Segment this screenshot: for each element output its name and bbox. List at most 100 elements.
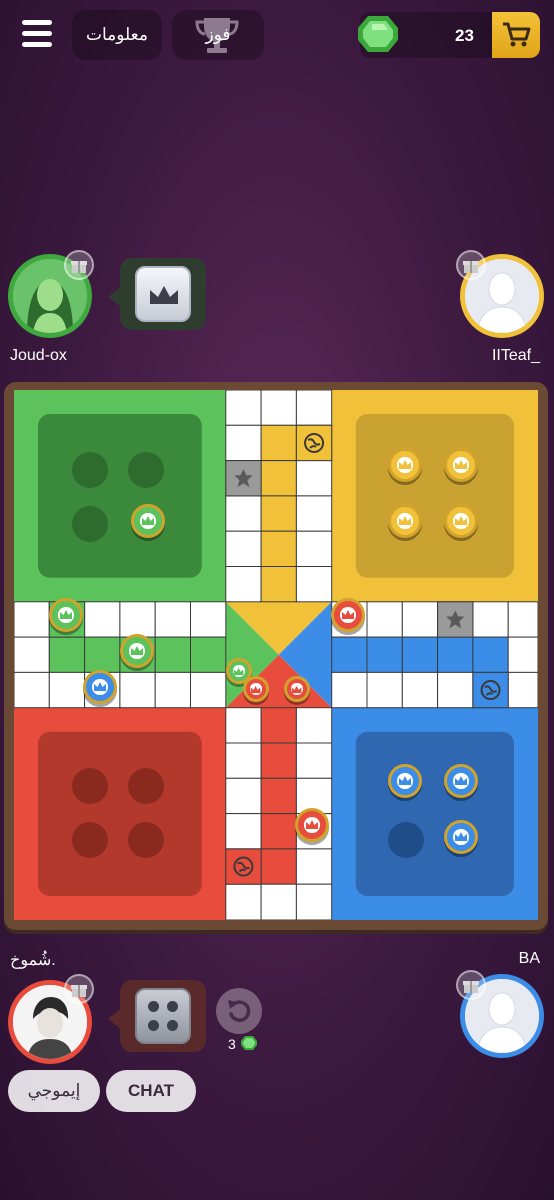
track-cell (507, 636, 539, 673)
track-cell (225, 707, 262, 744)
gem-count: 23 (455, 26, 474, 45)
home-base-red-inner (38, 731, 202, 896)
gift-button[interactable] (64, 250, 94, 280)
game-token[interactable] (444, 504, 478, 538)
game-token[interactable] (331, 598, 365, 632)
crown-icon (130, 646, 143, 656)
track-cell (260, 848, 297, 885)
crown-icon (59, 610, 72, 620)
track-cell (295, 883, 333, 921)
game-token[interactable] (243, 676, 269, 702)
player-name-green: Joud-ox (10, 347, 67, 364)
track-cell (437, 636, 474, 673)
info-button[interactable]: معلومات (72, 10, 162, 60)
game-token[interactable] (284, 676, 310, 702)
track-cell (260, 707, 297, 744)
track-cell (295, 742, 333, 779)
track-cell (154, 601, 191, 638)
game-token[interactable] (388, 448, 422, 482)
track-cell (260, 460, 297, 497)
track-cell (507, 601, 539, 638)
home-slot (128, 822, 164, 858)
home-slot (128, 768, 164, 804)
win-button[interactable]: فوز (172, 10, 264, 60)
track-cell (225, 742, 262, 779)
track-cell (295, 848, 333, 885)
track-cell (260, 883, 297, 921)
track-cell (225, 495, 262, 532)
dice[interactable] (135, 988, 191, 1044)
gift-icon (463, 981, 479, 993)
game-token[interactable] (388, 504, 422, 538)
emoji-button[interactable]: إيموجي (8, 1070, 100, 1112)
hamburger-menu-icon (22, 20, 52, 25)
track-cell (84, 601, 121, 638)
track-cell (295, 460, 333, 497)
track-cell (295, 530, 333, 567)
track-cell (401, 601, 439, 638)
track-cell (366, 636, 403, 673)
undo-button[interactable] (216, 988, 262, 1034)
menu-button[interactable] (22, 20, 52, 48)
track-cell (84, 636, 121, 673)
track-cell (260, 389, 297, 426)
crown-icon (454, 832, 467, 842)
track-cell (295, 566, 333, 603)
crown-icon (341, 610, 354, 620)
track-cell (437, 671, 474, 709)
game-token[interactable] (444, 820, 478, 854)
win-label: فوز (205, 25, 231, 45)
game-token[interactable] (83, 670, 117, 704)
crown-icon (150, 286, 178, 304)
track-cell (507, 671, 539, 709)
undo-icon (228, 1000, 251, 1022)
crown-icon (93, 682, 106, 692)
gift-button[interactable] (64, 974, 94, 1004)
game-token[interactable] (388, 764, 422, 798)
shop-button[interactable] (492, 12, 540, 58)
track-cell (366, 601, 403, 638)
track-cell (119, 601, 156, 638)
crown-icon (251, 685, 261, 693)
track-cell (154, 636, 191, 673)
track-cell (154, 671, 191, 709)
home-slot (128, 452, 164, 488)
game-token[interactable] (444, 764, 478, 798)
track-cell (401, 671, 439, 709)
gift-icon (71, 261, 87, 273)
crown-icon (454, 776, 467, 786)
home-slot (72, 452, 108, 488)
chat-button[interactable]: CHAT (106, 1070, 196, 1112)
crown-icon (305, 820, 318, 830)
gift-button[interactable] (456, 970, 486, 1000)
game-token[interactable] (444, 448, 478, 482)
game-token[interactable] (295, 808, 329, 842)
game-token[interactable] (120, 634, 154, 668)
track-cell (225, 813, 262, 850)
track-cell (225, 566, 262, 603)
gift-icon (71, 985, 87, 997)
track-cell (295, 389, 333, 426)
track-cell (225, 883, 262, 921)
dice-panel-green[interactable] (120, 258, 206, 330)
dice[interactable] (135, 266, 191, 322)
track-cell (260, 566, 297, 603)
track-cell (260, 495, 297, 532)
dice-panel-red[interactable] (120, 980, 206, 1052)
track-cell (13, 636, 50, 673)
track-cell (13, 671, 50, 709)
game-token[interactable] (49, 598, 83, 632)
track-cell (119, 671, 156, 709)
home-slot (72, 768, 108, 804)
undo-count: 3 (228, 1036, 236, 1052)
track-cell (190, 636, 227, 673)
gift-button[interactable] (456, 250, 486, 280)
home-slot (72, 822, 108, 858)
track-cell (331, 671, 368, 709)
track-cell (401, 636, 439, 673)
crown-icon (292, 685, 302, 693)
game-token[interactable] (131, 504, 165, 538)
green-gem-icon (241, 1036, 257, 1050)
track-cell (472, 601, 509, 638)
player-name-yellow: IITeaf_ (491, 347, 540, 364)
